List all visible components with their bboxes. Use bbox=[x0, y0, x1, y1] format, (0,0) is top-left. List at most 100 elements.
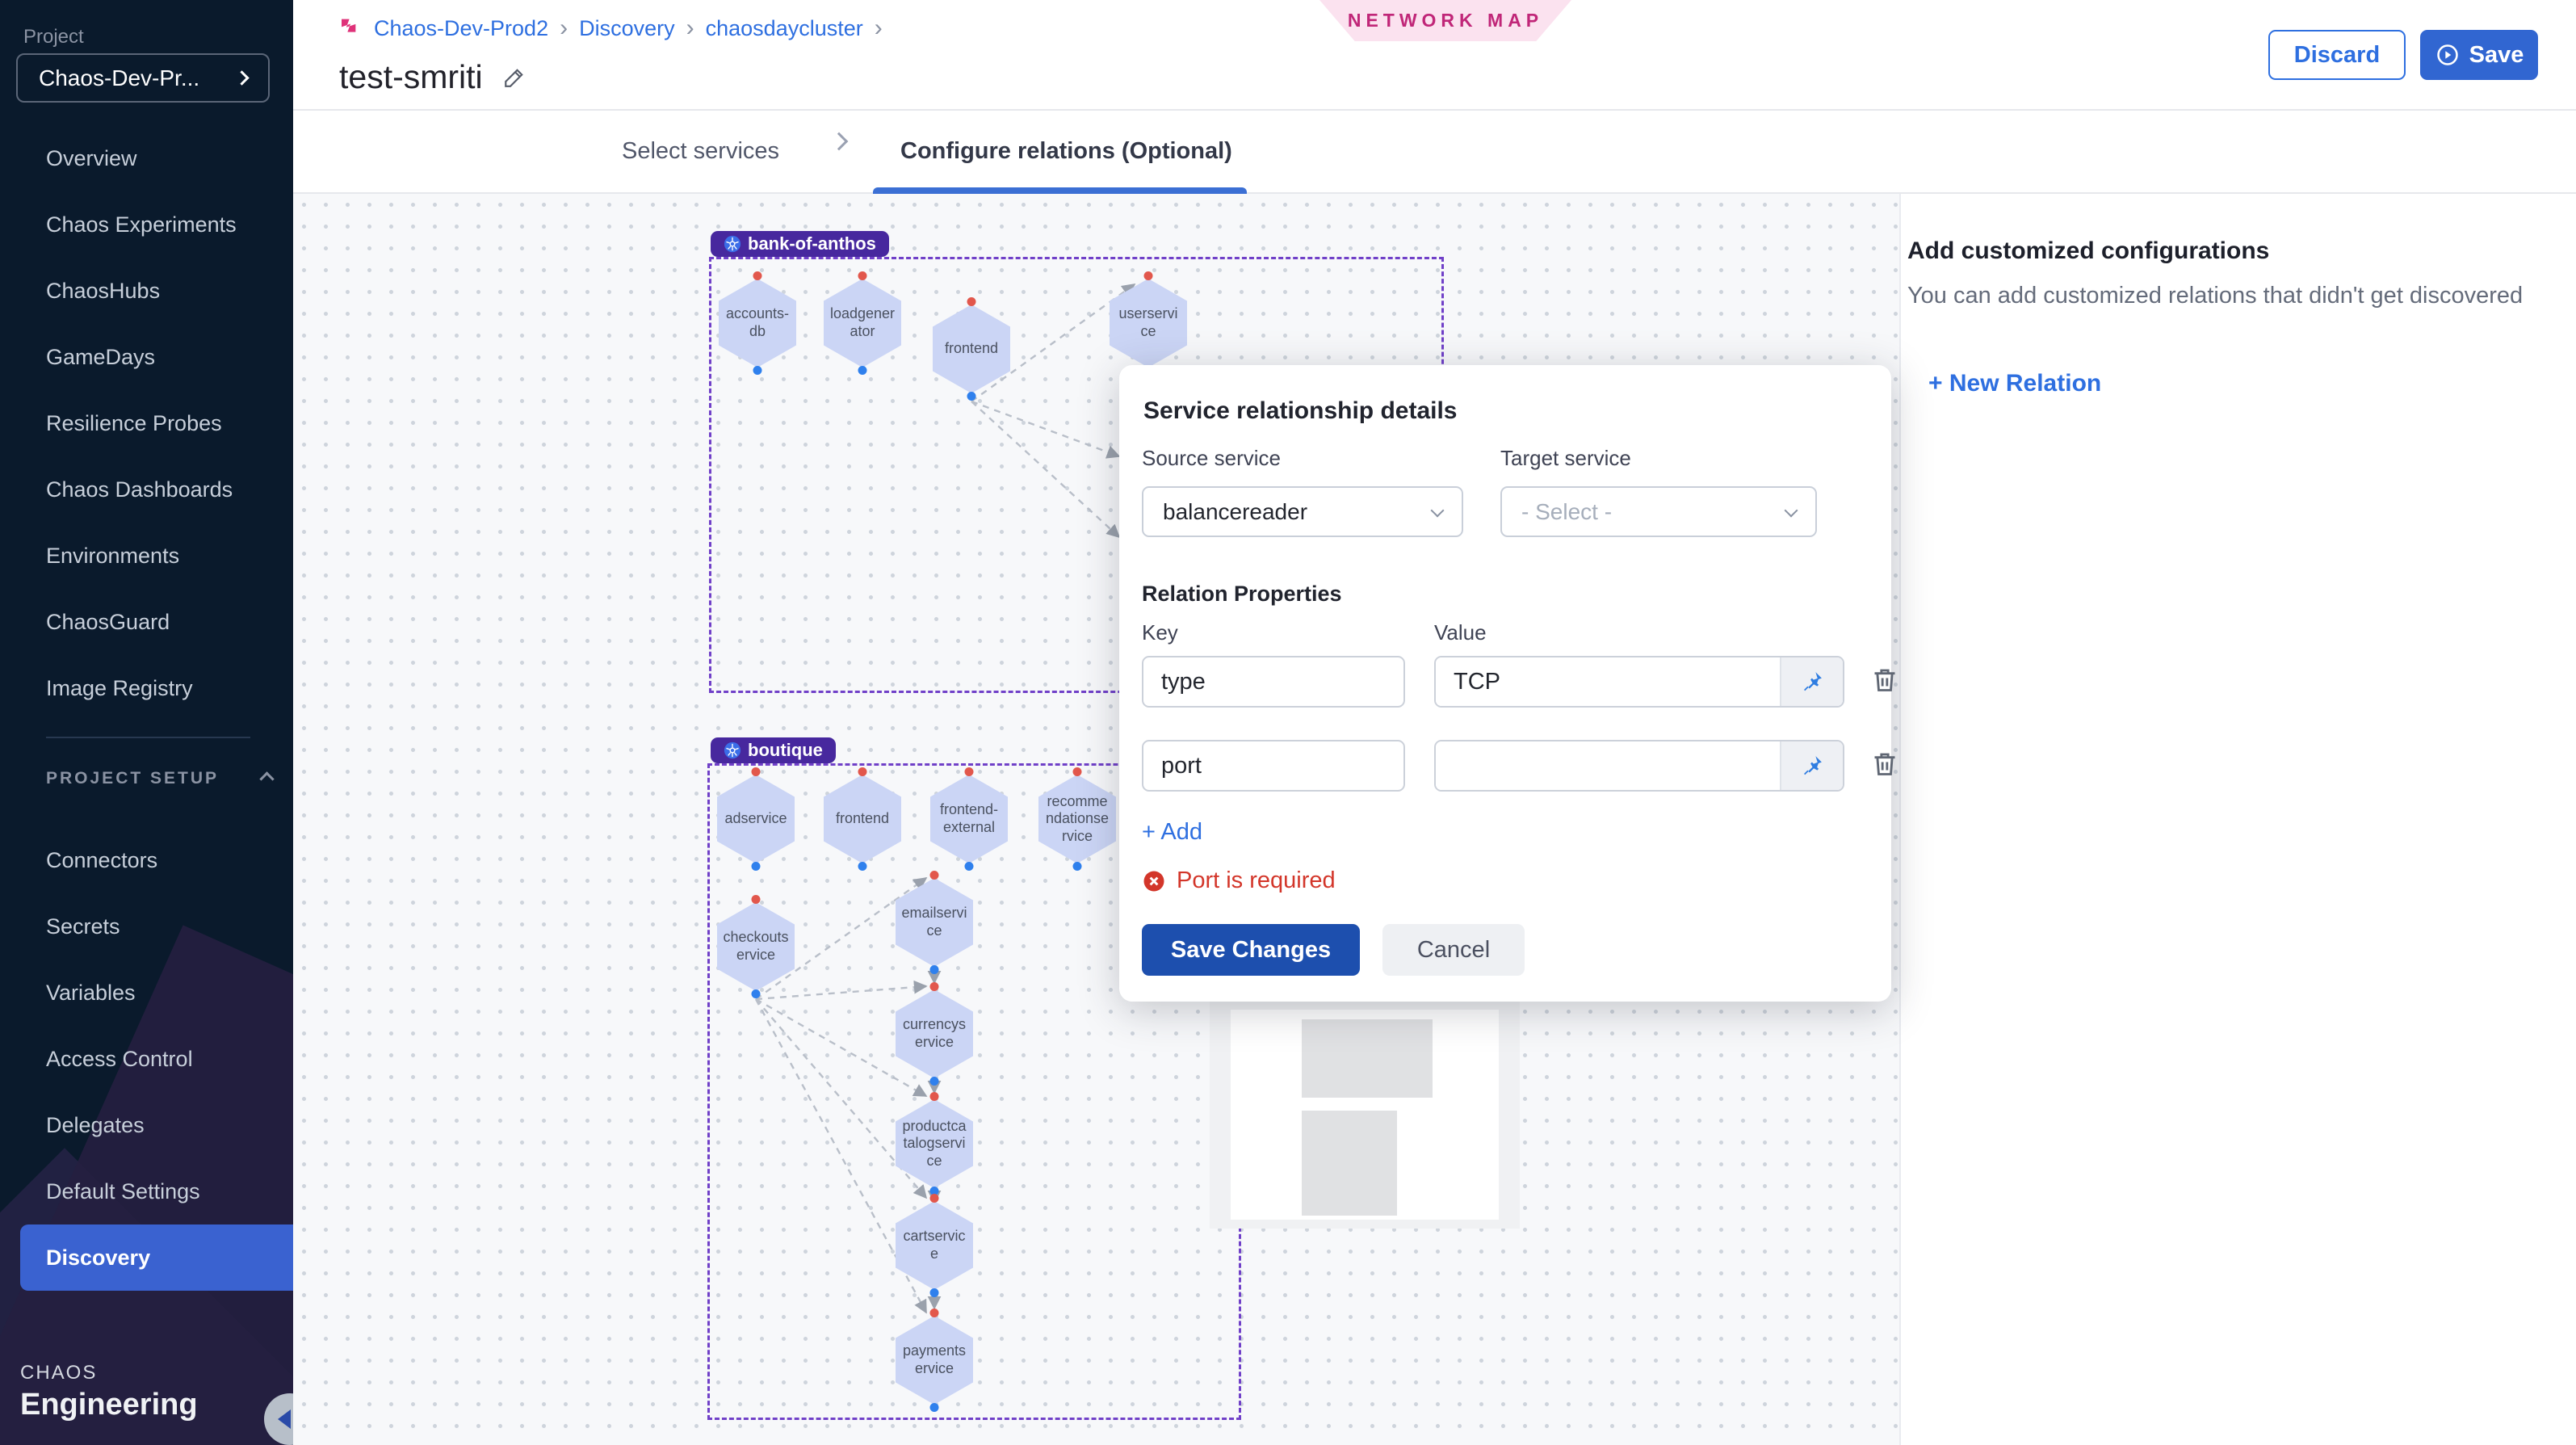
egress-port-dot[interactable] bbox=[752, 862, 761, 871]
sidebar-item-chaos-experiments[interactable]: Chaos Experiments bbox=[0, 191, 293, 258]
cluster-badge-bank-of-anthos[interactable]: bank-of-anthos bbox=[711, 231, 889, 257]
project-setup-section[interactable]: PROJECT SETUP bbox=[46, 769, 272, 788]
service-node-userservice[interactable]: userservice bbox=[1110, 279, 1187, 368]
save-button-label: Save bbox=[2469, 42, 2524, 69]
egress-port-dot[interactable] bbox=[930, 1403, 939, 1412]
delete-property-button[interactable] bbox=[1869, 748, 1904, 783]
delete-icon bbox=[1869, 748, 1901, 780]
sidebar-item-variables[interactable]: Variables bbox=[0, 960, 293, 1026]
egress-port-dot[interactable] bbox=[858, 366, 867, 375]
service-relationship-modal: Service relationship details Source serv… bbox=[1119, 365, 1891, 1002]
ingress-port-dot[interactable] bbox=[752, 895, 761, 904]
ingress-port-dot[interactable] bbox=[967, 297, 976, 306]
ingress-port-dot[interactable] bbox=[753, 271, 762, 280]
service-node-emailservice[interactable]: emailservice bbox=[896, 878, 973, 967]
error-text: Port is required bbox=[1177, 867, 1336, 894]
relation-properties-heading: Relation Properties bbox=[1142, 582, 1342, 607]
ingress-port-dot[interactable] bbox=[930, 1092, 939, 1101]
service-node-cartservice[interactable]: cartservice bbox=[896, 1201, 973, 1290]
service-node-productcatalogservice[interactable]: productcatalogservice bbox=[896, 1099, 973, 1188]
target-service-label: Target service bbox=[1500, 446, 1631, 471]
sidebar-item-discovery[interactable]: Discovery bbox=[20, 1224, 293, 1291]
ingress-port-dot[interactable] bbox=[930, 982, 939, 991]
sidebar-item-environments[interactable]: Environments bbox=[0, 523, 293, 589]
minimap[interactable] bbox=[1210, 994, 1520, 1229]
ingress-port-dot[interactable] bbox=[965, 767, 974, 776]
service-node-checkoutservice[interactable]: checkoutservice bbox=[717, 902, 795, 991]
sidebar-item-gamedays[interactable]: GameDays bbox=[0, 324, 293, 390]
egress-port-dot[interactable] bbox=[752, 989, 761, 998]
service-node-currencyservice[interactable]: currencyservice bbox=[896, 989, 973, 1078]
ingress-port-dot[interactable] bbox=[930, 1194, 939, 1203]
service-node-frontend[interactable]: frontend bbox=[933, 305, 1010, 393]
service-node-frontend[interactable]: frontend bbox=[824, 775, 901, 863]
sidebar-item-secrets[interactable]: Secrets bbox=[0, 893, 293, 960]
service-node-adservice[interactable]: adservice bbox=[717, 775, 795, 863]
edit-title-icon[interactable] bbox=[502, 65, 527, 90]
sidebar-item-chaoshubs[interactable]: ChaosHubs bbox=[0, 258, 293, 324]
project-selector[interactable]: Chaos-Dev-Pr... bbox=[16, 53, 270, 103]
egress-port-dot[interactable] bbox=[930, 1077, 939, 1086]
ingress-port-dot[interactable] bbox=[1073, 767, 1082, 776]
property-key-input[interactable] bbox=[1142, 656, 1405, 708]
tab-configure-relations[interactable]: Configure relations (Optional) bbox=[900, 111, 1232, 191]
pin-value-button[interactable] bbox=[1780, 741, 1843, 790]
delete-property-button[interactable] bbox=[1869, 664, 1904, 699]
service-node-paymentservice[interactable]: paymentservice bbox=[896, 1316, 973, 1405]
sidebar-item-delegates[interactable]: Delegates bbox=[0, 1092, 293, 1158]
sidebar-item-default-settings[interactable]: Default Settings bbox=[0, 1158, 293, 1224]
tab-select-services[interactable]: Select services bbox=[622, 111, 779, 191]
cancel-button[interactable]: Cancel bbox=[1382, 924, 1525, 976]
service-node-frontend-external[interactable]: frontend-external bbox=[930, 775, 1008, 863]
source-service-select[interactable]: balancereader bbox=[1142, 486, 1463, 537]
egress-port-dot[interactable] bbox=[858, 862, 867, 871]
key-column-label: Key bbox=[1142, 620, 1178, 645]
brand-engineering: Engineering bbox=[20, 1388, 198, 1422]
cluster-badge-boutique[interactable]: boutique bbox=[711, 737, 836, 763]
egress-port-dot[interactable] bbox=[1073, 862, 1082, 871]
sidebar-item-chaosguard[interactable]: ChaosGuard bbox=[0, 589, 293, 655]
breadcrumb-separator: › bbox=[875, 15, 883, 42]
property-value-input[interactable] bbox=[1436, 741, 1780, 790]
sidebar-item-resilience-probes[interactable]: Resilience Probes bbox=[0, 390, 293, 456]
ingress-port-dot[interactable] bbox=[858, 271, 867, 280]
egress-port-dot[interactable] bbox=[753, 366, 762, 375]
sidebar-item-chaos-dashboards[interactable]: Chaos Dashboards bbox=[0, 456, 293, 523]
ingress-port-dot[interactable] bbox=[858, 767, 867, 776]
add-property-button[interactable]: + Add bbox=[1142, 819, 1202, 846]
ingress-port-dot[interactable] bbox=[752, 767, 761, 776]
property-value-group bbox=[1434, 656, 1844, 708]
target-service-select[interactable]: - Select - bbox=[1500, 486, 1817, 537]
egress-port-dot[interactable] bbox=[965, 862, 974, 871]
discard-button[interactable]: Discard bbox=[2268, 30, 2406, 80]
chevron-down-icon bbox=[1431, 503, 1445, 517]
chevron-up-icon bbox=[259, 771, 274, 786]
source-service-value: balancereader bbox=[1163, 499, 1433, 525]
service-node-recommendationservice[interactable]: recommendationservice bbox=[1038, 775, 1116, 863]
ingress-port-dot[interactable] bbox=[930, 1308, 939, 1317]
service-node-loadgenerator[interactable]: loadgenerator bbox=[824, 279, 901, 368]
sidebar-item-image-registry[interactable]: Image Registry bbox=[0, 655, 293, 721]
service-hexagon: frontend-external bbox=[930, 775, 1008, 863]
validation-error: Port is required bbox=[1142, 867, 1336, 894]
property-value-input[interactable] bbox=[1436, 657, 1780, 706]
breadcrumb-project[interactable]: Chaos-Dev-Prod2 bbox=[374, 16, 548, 41]
save-changes-button[interactable]: Save Changes bbox=[1142, 924, 1360, 976]
breadcrumb-discovery[interactable]: Discovery bbox=[579, 16, 675, 41]
egress-port-dot[interactable] bbox=[930, 965, 939, 974]
sidebar-item-connectors[interactable]: Connectors bbox=[0, 827, 293, 893]
property-key-input[interactable] bbox=[1142, 740, 1405, 792]
breadcrumb-cluster[interactable]: chaosdaycluster bbox=[706, 16, 863, 41]
egress-port-dot[interactable] bbox=[930, 1288, 939, 1297]
save-button[interactable]: Save bbox=[2420, 30, 2538, 80]
egress-port-dot[interactable] bbox=[967, 392, 976, 401]
sidebar-item-overview[interactable]: Overview bbox=[0, 125, 293, 191]
service-node-accounts-db[interactable]: accounts-db bbox=[719, 279, 796, 368]
service-hexagon: emailservice bbox=[896, 878, 973, 967]
new-relation-button[interactable]: + New Relation bbox=[1928, 370, 2101, 397]
ingress-port-dot[interactable] bbox=[930, 871, 939, 880]
sidebar-item-access-control[interactable]: Access Control bbox=[0, 1026, 293, 1092]
ingress-port-dot[interactable] bbox=[1144, 271, 1153, 280]
panel-subtext: You can add customized relations that di… bbox=[1907, 283, 2523, 309]
pin-value-button[interactable] bbox=[1780, 657, 1843, 706]
